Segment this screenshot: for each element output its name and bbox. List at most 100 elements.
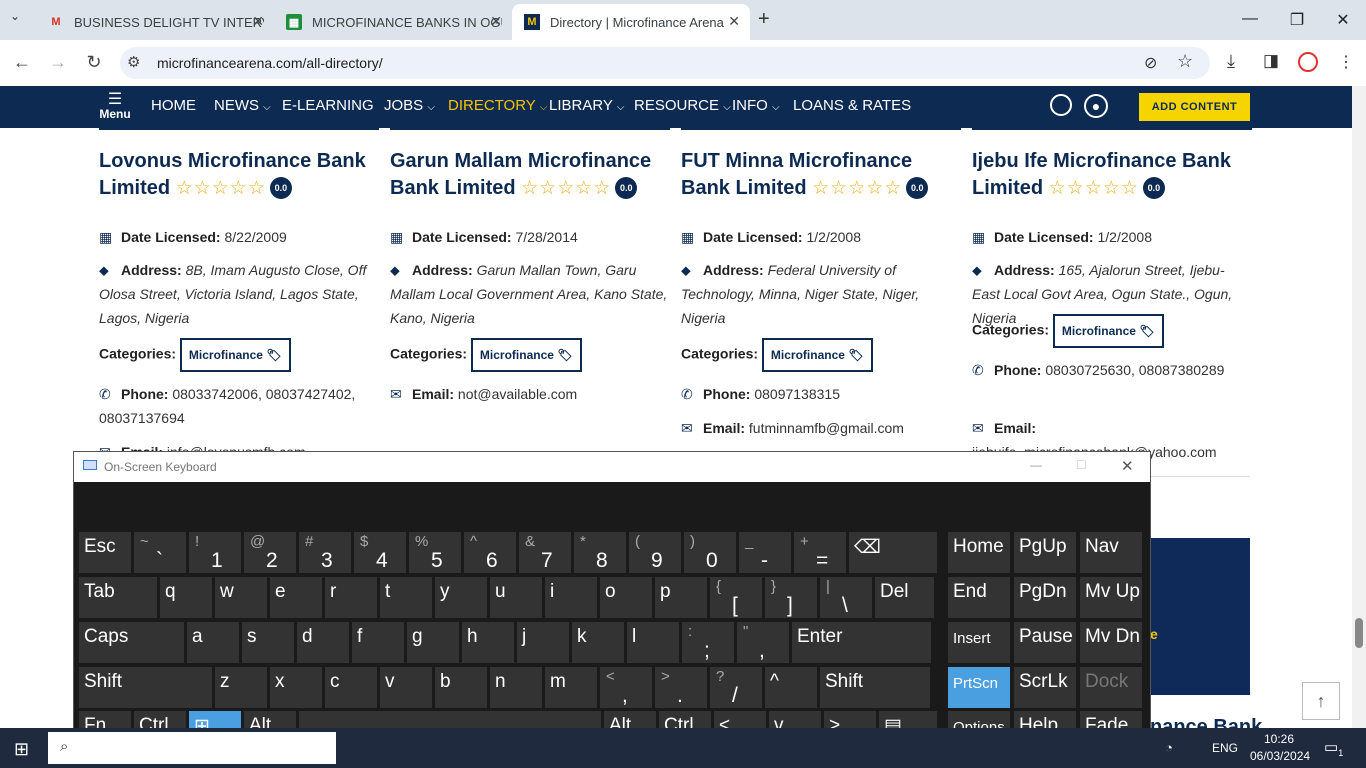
key[interactable]: Nav xyxy=(1080,532,1142,573)
restore-icon[interactable]: ❐ xyxy=(1287,10,1307,30)
key[interactable]: #3 xyxy=(299,532,351,573)
key[interactable]: Caps xyxy=(79,622,184,663)
browser-tab-1[interactable]: M BUSINESS DELIGHT TV INTERVIE ✕ xyxy=(36,4,274,40)
reload-icon[interactable]: ↻ xyxy=(82,52,106,73)
key[interactable]: PgUp xyxy=(1014,532,1076,573)
card-title[interactable]: FUT Minna Microfinance Bank Limited ☆☆☆☆… xyxy=(681,148,961,202)
key[interactable]: c xyxy=(325,667,377,708)
key[interactable]: p xyxy=(655,577,707,618)
key[interactable]: <, xyxy=(600,667,652,708)
key[interactable]: % 5 xyxy=(409,532,461,573)
key[interactable]: + = xyxy=(794,532,846,573)
key[interactable]: Shift xyxy=(79,667,212,708)
key[interactable]: ? / xyxy=(710,667,762,708)
key[interactable]: ScrLk xyxy=(1014,667,1076,708)
key[interactable]: v xyxy=(380,667,432,708)
key[interactable]: y xyxy=(435,577,487,618)
nav-home[interactable]: HOME xyxy=(151,97,196,114)
key[interactable]: Tab xyxy=(79,577,157,618)
email-value[interactable]: not@available.com xyxy=(458,386,577,402)
category-tag[interactable]: Microfinance 🏷 xyxy=(470,338,582,372)
key[interactable]: k xyxy=(572,622,624,663)
browser-tab-2[interactable]: ▦ MICROFINANCE BANKS IN OGUN ✕ xyxy=(274,4,512,40)
key[interactable]: g xyxy=(407,622,459,663)
key[interactable]: | \ xyxy=(820,577,872,618)
key[interactable]: n xyxy=(490,667,542,708)
back-icon[interactable]: ← xyxy=(10,52,34,73)
key[interactable]: t xyxy=(380,577,432,618)
key[interactable]: s xyxy=(242,622,294,663)
taskbar-search-box[interactable]: ⌕ xyxy=(48,732,336,764)
add-content-button[interactable]: ADD CONTENT xyxy=(1139,93,1250,121)
key[interactable]: ) 0 xyxy=(684,532,736,573)
site-info-icon[interactable]: ⚙ xyxy=(127,53,140,71)
key[interactable]: i xyxy=(545,577,597,618)
keyboard-close-icon[interactable]: ✕ xyxy=(1121,457,1134,475)
keyboard-maximize-icon[interactable]: ☐ xyxy=(1076,458,1087,472)
start-icon[interactable]: ⊞ xyxy=(14,739,29,760)
new-tab-button[interactable]: + xyxy=(758,8,770,31)
key[interactable]: Mv Up xyxy=(1080,577,1142,618)
nav-elearning[interactable]: E-LEARNING xyxy=(282,97,374,114)
minimize-icon[interactable]: — xyxy=(1240,10,1260,28)
key[interactable]: * 8 xyxy=(574,532,626,573)
side-panel-icon[interactable]: ◨ xyxy=(1263,51,1279,71)
key[interactable]: o xyxy=(600,577,652,618)
nav-news[interactable]: NEWS ⌵ xyxy=(214,97,271,114)
key[interactable]: j xyxy=(517,622,569,663)
key[interactable]: u xyxy=(490,577,542,618)
rating-stars[interactable]: ☆☆☆☆☆ xyxy=(812,178,902,199)
key[interactable]: e xyxy=(270,577,322,618)
key[interactable]: Dock xyxy=(1080,667,1142,708)
key[interactable]: Del xyxy=(875,577,934,618)
clock-time[interactable]: 10:26 xyxy=(1264,732,1294,746)
phone-value[interactable]: 08030725630, 08087380289 xyxy=(1045,362,1224,378)
key[interactable]: h xyxy=(462,622,514,663)
category-tag[interactable]: Microfinance 🏷 xyxy=(179,338,291,372)
card-title[interactable]: Ijebu Ife Microfinance Bank Limited ☆☆☆☆… xyxy=(972,148,1252,202)
key[interactable]: @2 xyxy=(244,532,296,573)
key[interactable]: b xyxy=(435,667,487,708)
nav-loans-rates[interactable]: LOANS & RATES xyxy=(793,97,911,114)
rating-stars[interactable]: ☆☆☆☆☆ xyxy=(176,178,266,199)
back-to-top-button[interactable]: ↑ xyxy=(1302,682,1340,720)
key[interactable]: PgDn xyxy=(1014,577,1076,618)
key[interactable]: w xyxy=(215,577,267,618)
key[interactable]: (9 xyxy=(629,532,681,573)
bookmark-star-icon[interactable]: ☆ xyxy=(1177,51,1193,72)
key[interactable]: z xyxy=(215,667,267,708)
key[interactable]: Shift xyxy=(820,667,930,708)
close-tab-icon[interactable]: ✕ xyxy=(490,13,502,30)
key[interactable]: PrtScn xyxy=(948,667,1010,708)
user-icon[interactable]: ● xyxy=(1084,94,1108,118)
key[interactable]: >. xyxy=(655,667,707,708)
key[interactable]: ! 1 xyxy=(189,532,241,573)
language-indicator[interactable]: ENG xyxy=(1212,741,1238,755)
category-tag[interactable]: Microfinance 🏷 xyxy=(761,338,873,372)
rating-stars[interactable]: ☆☆☆☆☆ xyxy=(521,178,611,199)
key[interactable]: ^ xyxy=(765,667,817,708)
wifi-icon[interactable]: ◔ xyxy=(1165,740,1173,755)
key[interactable]: Mv Dn xyxy=(1080,622,1142,663)
close-window-icon[interactable]: ✕ xyxy=(1333,10,1353,30)
key[interactable]: :; xyxy=(682,622,734,663)
nav-directory[interactable]: DIRECTORY ⌵ xyxy=(448,97,547,114)
card-title[interactable]: Garun Mallam Microfinance Bank Limited ☆… xyxy=(390,148,670,202)
key[interactable]: r xyxy=(325,577,377,618)
close-tab-icon[interactable]: ✕ xyxy=(252,13,264,30)
key[interactable]: a xyxy=(187,622,239,663)
tab-search-button[interactable]: ⌄ xyxy=(10,9,20,23)
url-text[interactable]: microfinancearena.com/all-directory/ xyxy=(157,55,383,71)
key[interactable]: f xyxy=(352,622,404,663)
close-tab-icon[interactable]: ✕ xyxy=(728,13,740,30)
clock-date[interactable]: 06/03/2024 xyxy=(1250,749,1310,763)
key[interactable]: l xyxy=(627,622,679,663)
key[interactable]: Enter xyxy=(792,622,931,663)
key[interactable]: Insert xyxy=(948,622,1010,663)
nav-jobs[interactable]: JOBS ⌵ xyxy=(384,97,435,114)
key[interactable]: Home xyxy=(948,532,1010,573)
key[interactable]: ~ ` xyxy=(134,532,186,573)
page-scrollbar[interactable] xyxy=(1352,86,1366,728)
key[interactable]: m xyxy=(545,667,597,708)
rating-stars[interactable]: ☆☆☆☆☆ xyxy=(1049,178,1139,199)
